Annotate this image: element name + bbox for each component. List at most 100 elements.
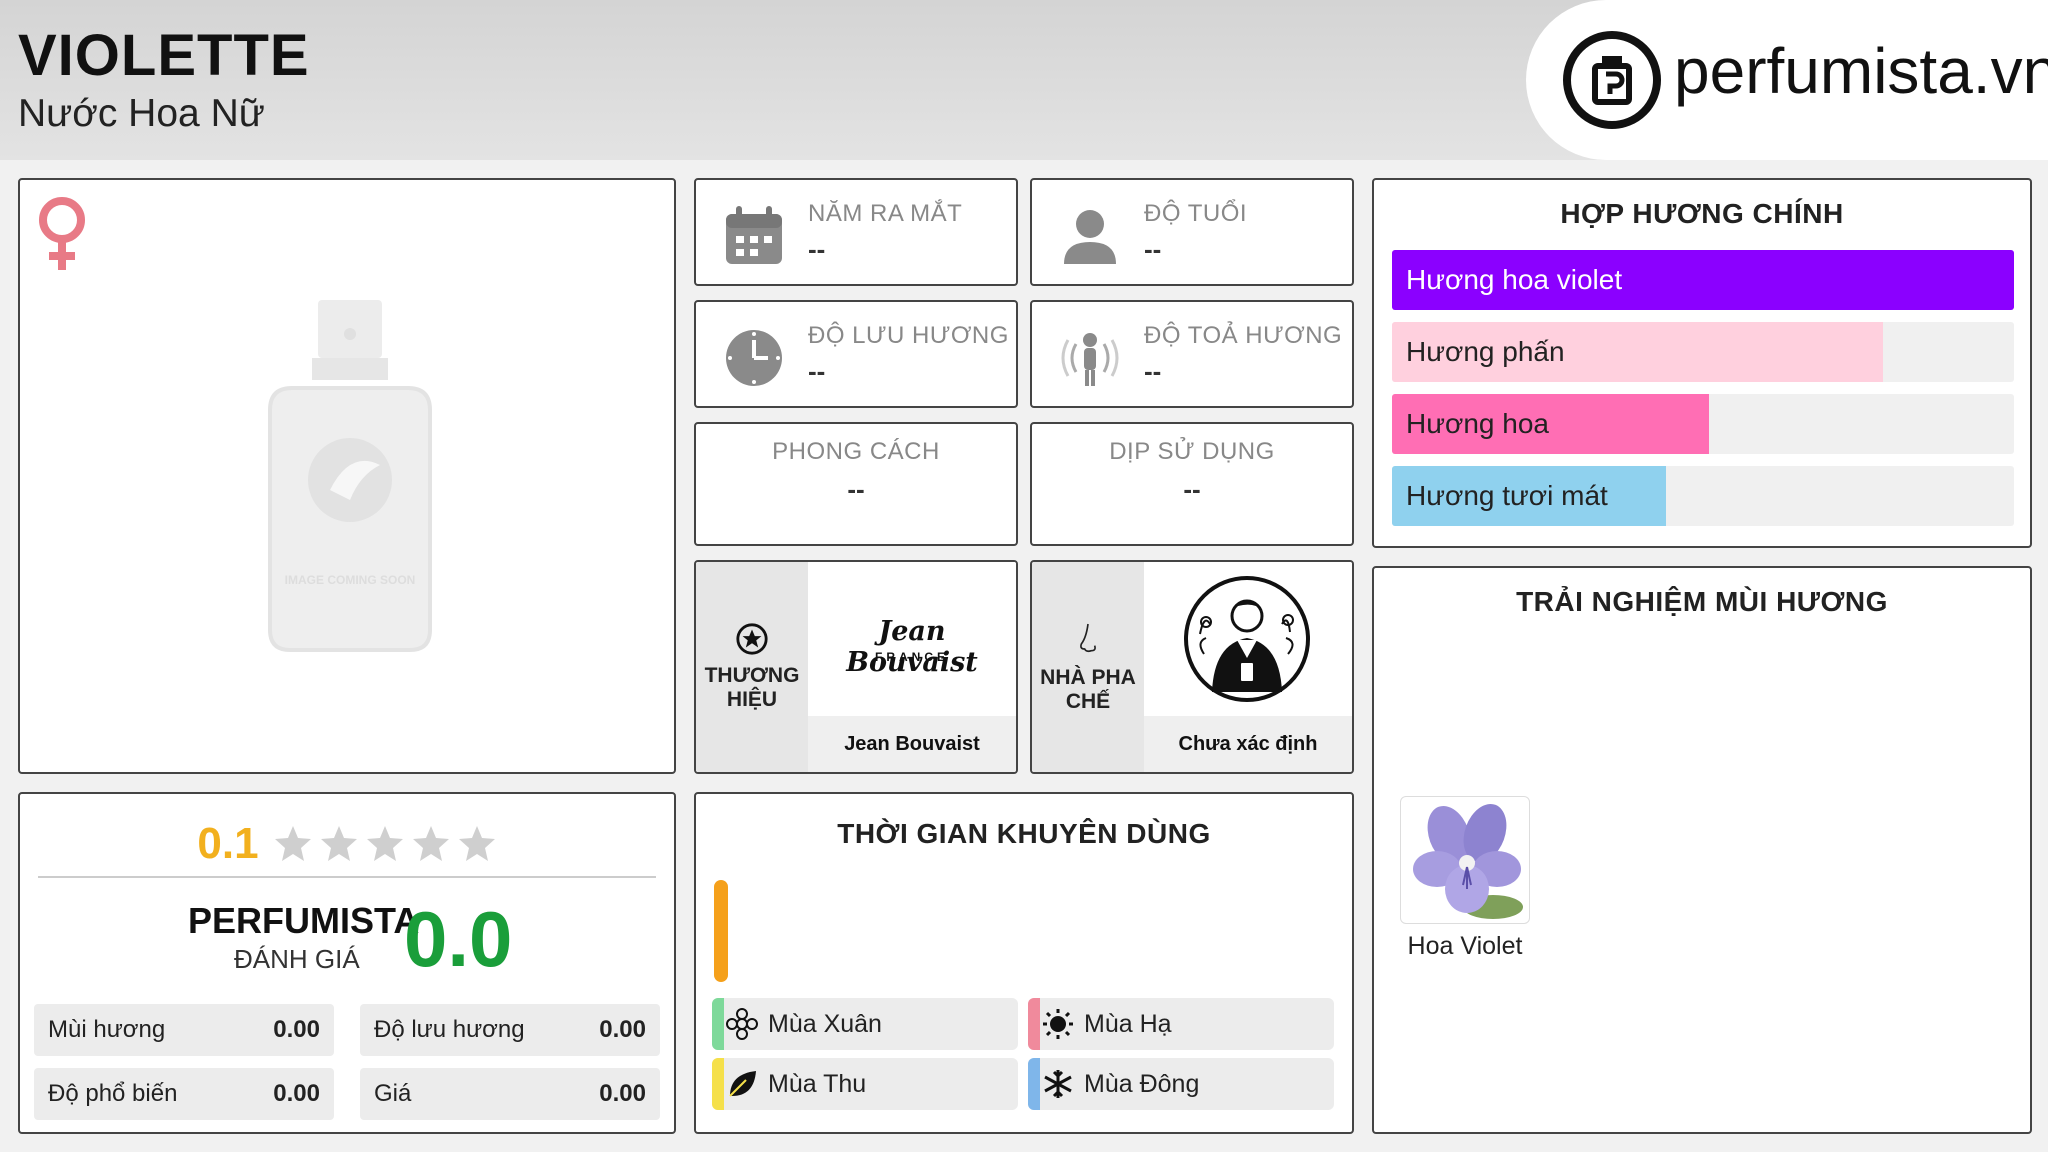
longevity-label: ĐỘ LƯU HƯƠNG xyxy=(808,322,1009,349)
style-tile: PHONG CÁCH -- xyxy=(694,422,1018,546)
snowflake-icon xyxy=(1044,1070,1072,1098)
season-item: Mùa Đông xyxy=(1028,1058,1334,1110)
logo-text: perfumista.vn xyxy=(1674,35,2048,107)
longevity-value: -- xyxy=(808,356,826,386)
usage-title: THỜI GIAN KHUYÊN DÙNG xyxy=(837,818,1211,849)
header: VIOLETTE Nước Hoa Nữ perfumista.vn xyxy=(0,0,2048,160)
age-label: ĐỘ TUỔI xyxy=(1144,200,1248,227)
occasion-label: DỊP SỬ DỤNG xyxy=(1109,438,1275,465)
metric-value: 0.00 xyxy=(273,1016,320,1043)
nose-icon xyxy=(1080,623,1096,653)
perfumer-side-panel: NHÀ PHA CHẾ xyxy=(1032,562,1144,772)
recommended-usage-card: THỜI GIAN KHUYÊN DÙNG Mùa Xuân Mùa Hạ Mùa … xyxy=(694,792,1354,1134)
accord-label: Hương tươi mát xyxy=(1406,480,1608,511)
brand-name[interactable]: Jean Bouvaist xyxy=(808,716,1016,772)
calendar-icon xyxy=(726,206,782,264)
rating-metric: Độ phổ biến 0.00 xyxy=(34,1068,334,1120)
star-icon[interactable] xyxy=(411,824,451,864)
season-color-bar xyxy=(1028,1058,1040,1110)
perfume-bottle-logo-icon xyxy=(1563,31,1661,129)
sillage-value: -- xyxy=(1144,356,1162,386)
star-icon[interactable] xyxy=(273,824,313,864)
season-item: Mùa Thu xyxy=(712,1058,1018,1110)
person-icon xyxy=(1064,210,1116,264)
metric-value: 0.00 xyxy=(599,1080,646,1107)
time-indicator-bar xyxy=(714,880,728,982)
sun-icon xyxy=(1043,1009,1073,1039)
season-label: Mùa Hạ xyxy=(1084,1010,1172,1038)
note-label: Hoa Violet xyxy=(1407,932,1523,960)
brand-label-line1: THƯƠNG xyxy=(704,664,800,687)
accord-bar: Hương phấn xyxy=(1392,322,2014,382)
sillage-tile: ĐỘ TOẢ HƯƠNG -- xyxy=(1030,300,1354,408)
season-color-bar xyxy=(712,1058,724,1110)
launch-year-label: NĂM RA MẮT xyxy=(808,200,963,227)
age-tile: ĐỘ TUỔI -- xyxy=(1030,178,1354,286)
star-rating[interactable] xyxy=(273,824,497,864)
rating-metric: Độ lưu hương 0.00 xyxy=(360,1004,660,1056)
perfumer-avatar-icon xyxy=(1184,576,1310,702)
accord-bar: Hương tươi mát xyxy=(1392,466,2014,526)
perfumer-tile[interactable]: NHÀ PHA CHẾ Chưa xác định xyxy=(1030,560,1354,774)
season-label: Mùa Thu xyxy=(768,1070,867,1098)
rating-metric: Giá 0.00 xyxy=(360,1068,660,1120)
metric-label: Độ lưu hương xyxy=(374,1016,525,1043)
metric-label: Độ phổ biến xyxy=(48,1080,178,1107)
flower-outline-icon xyxy=(726,1008,758,1040)
star-icon[interactable] xyxy=(319,824,359,864)
clock-icon xyxy=(726,330,782,386)
launch-year-value: -- xyxy=(808,234,826,264)
metric-value: 0.00 xyxy=(599,1016,646,1043)
leaf-icon xyxy=(729,1071,756,1097)
season-label: Mùa Xuân xyxy=(768,1010,882,1038)
star-icon[interactable] xyxy=(365,824,405,864)
accord-bar: Hương hoa violet xyxy=(1392,250,2014,310)
female-icon xyxy=(39,197,85,270)
experience-title: TRẢI NGHIỆM MÙI HƯƠNG xyxy=(1516,586,1888,617)
product-title: VIOLETTE xyxy=(18,23,310,88)
season-item: Mùa Hạ xyxy=(1028,998,1334,1050)
perfumer-label-line2: CHẾ xyxy=(1065,690,1111,713)
age-value: -- xyxy=(1144,234,1162,264)
brand-side-panel: THƯƠNG HIỆU xyxy=(696,562,808,772)
rating-metric: Mùi hương 0.00 xyxy=(34,1004,334,1056)
accord-label: Hương phấn xyxy=(1406,336,1565,367)
style-value: -- xyxy=(847,474,865,504)
accord-label: Hương hoa xyxy=(1406,408,1549,439)
rating-summary: 0.1 xyxy=(38,812,656,878)
rating-card: 0.1 PERFUMISTA ĐÁNH GIÁ 0.0 Mùi hương 0.0… xyxy=(18,792,676,1134)
scent-experience-card: TRẢI NGHIỆM MÙI HƯƠNG Hoa Violet xyxy=(1372,566,2032,1134)
perfumista-label: PERFUMISTA xyxy=(188,900,420,941)
brand-logo-script: Jean Bouvaist xyxy=(846,616,978,678)
brand-tile[interactable]: THƯƠNG HIỆU Jean Bouvaist FRANCE Jean Bo… xyxy=(694,560,1018,774)
launch-year-tile: NĂM RA MẮT -- xyxy=(694,178,1018,286)
season-color-bar xyxy=(1028,998,1040,1050)
occasion-value: -- xyxy=(1183,474,1201,504)
accord-bar: Hương hoa xyxy=(1392,394,2014,454)
product-bottle-placeholder xyxy=(268,300,432,652)
perfumer-image xyxy=(1144,562,1352,716)
violet-flower-icon xyxy=(1413,803,1523,919)
brand-logo-image: Jean Bouvaist FRANCE xyxy=(808,562,1016,716)
metric-label: Mùi hương xyxy=(48,1016,166,1043)
perfumer-name[interactable]: Chưa xác định xyxy=(1144,716,1352,772)
note-item[interactable]: Hoa Violet xyxy=(1400,796,1530,961)
site-logo[interactable]: perfumista.vn xyxy=(1526,0,2048,160)
product-image-card: IMAGE COMING SOON xyxy=(18,178,676,774)
perfumer-label-line1: NHÀ PHA xyxy=(1040,666,1136,689)
image-coming-soon-text: IMAGE COMING SOON xyxy=(284,573,416,587)
note-image xyxy=(1400,796,1530,924)
season-color-bar xyxy=(712,998,724,1050)
accords-title: HỢP HƯƠNG CHÍNH xyxy=(1560,198,1844,229)
accord-label: Hương hoa violet xyxy=(1406,264,1623,295)
occasion-tile: DỊP SỬ DỤNG -- xyxy=(1030,422,1354,546)
brand-logo-country: FRANCE xyxy=(875,650,949,664)
star-circle-icon xyxy=(736,623,768,655)
perfumista-score: 0.0 xyxy=(404,895,513,983)
metric-label: Giá xyxy=(374,1080,412,1107)
review-label: ĐÁNH GIÁ xyxy=(234,944,360,974)
star-icon[interactable] xyxy=(457,824,497,864)
product-subtitle: Nước Hoa Nữ xyxy=(18,92,265,135)
style-label: PHONG CÁCH xyxy=(772,438,940,465)
rating-score: 0.1 xyxy=(197,819,259,868)
